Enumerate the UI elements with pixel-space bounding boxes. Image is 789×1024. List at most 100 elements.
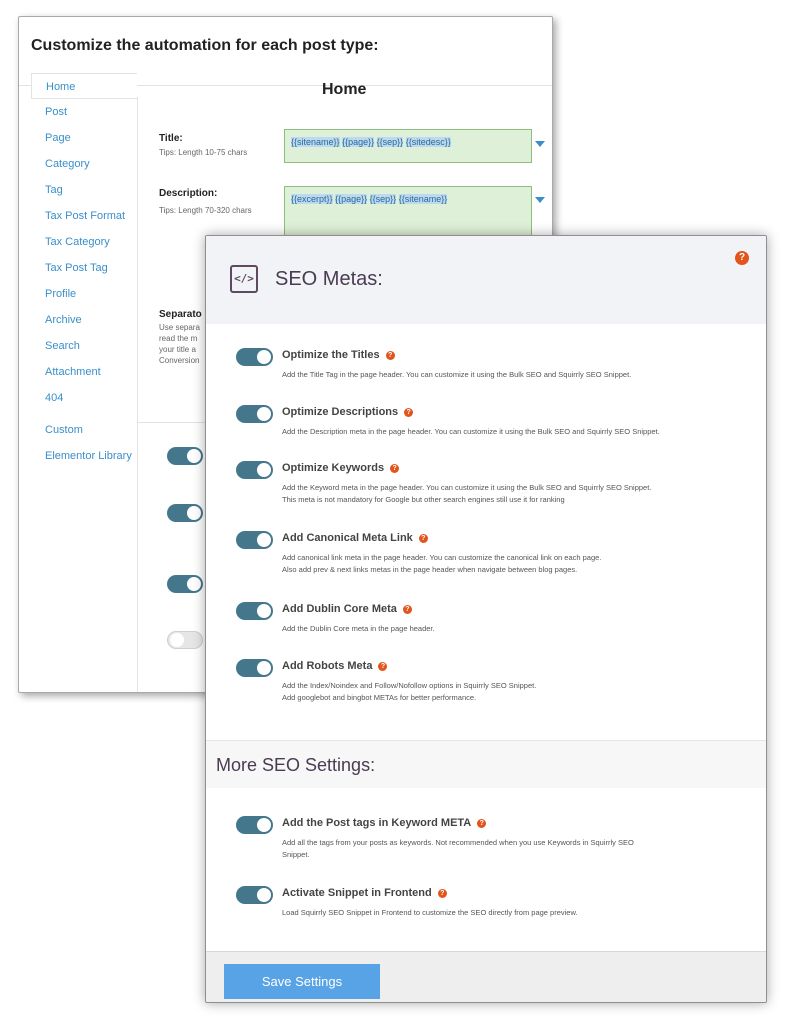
pattern-token: {{sitedesc}} [405, 137, 451, 147]
option-description: Add the Description meta in the page hea… [282, 426, 732, 438]
post-type-attachment[interactable]: Attachment [31, 359, 137, 385]
option-description-line: Load Squirrly SEO Snippet in Frontend to… [282, 908, 578, 917]
help-icon[interactable]: ? [402, 605, 412, 614]
toggle-switch[interactable] [236, 405, 273, 423]
option-description-line: Add canonical link meta in the page head… [282, 553, 602, 562]
toggle-switch[interactable] [236, 886, 273, 904]
toggle-switch[interactable] [167, 575, 203, 593]
post-type-category[interactable]: Category [31, 151, 137, 177]
option-title-text: Optimize the Titles [282, 349, 380, 361]
section-title: Home [322, 81, 367, 98]
option-description-line: Add googlebot and bingbot METAs for bett… [282, 693, 477, 702]
option-title: Add the Post tags in Keyword META? [282, 817, 487, 829]
seo-metas-panel: </> SEO Metas: ? Optimize the Titles? Ad… [205, 235, 767, 1003]
option-description-line: This meta is not mandatory for Google bu… [282, 495, 565, 504]
option-title: Activate Snippet in Frontend? [282, 887, 447, 899]
panel-footer: Save Settings [206, 951, 766, 1002]
post-type-tax-post-format[interactable]: Tax Post Format [31, 203, 137, 229]
pattern-token: {{sep}} [369, 194, 397, 204]
separator-text-line: read the m [159, 334, 198, 343]
post-type-page[interactable]: Page [31, 125, 137, 151]
option-title: Optimize Keywords? [282, 462, 400, 474]
chevron-down-icon[interactable] [535, 141, 545, 147]
post-type-tag[interactable]: Tag [31, 177, 137, 203]
option-title: Add Dublin Core Meta? [282, 603, 412, 615]
option-title: Add Canonical Meta Link? [282, 532, 428, 544]
chevron-down-icon[interactable] [535, 197, 545, 203]
option-description-line: Add the Dublin Core meta in the page hea… [282, 624, 435, 633]
option-description-line: Add the Description meta in the page hea… [282, 427, 660, 436]
help-icon[interactable]: ? [418, 534, 428, 543]
toggle-switch[interactable] [167, 447, 203, 465]
more-settings-title: More SEO Settings: [216, 755, 376, 775]
option-title: Optimize the Titles? [282, 349, 395, 361]
help-icon[interactable]: ? [390, 464, 400, 473]
description-field-label: Description: [159, 188, 218, 199]
separator-text-line: Use separa [159, 323, 200, 332]
separator-description: Use separa read the m your title a Conve… [159, 322, 207, 366]
toggle-switch[interactable] [236, 461, 273, 479]
separator-text-line: Conversion [159, 356, 200, 365]
option-description-line: Add the Index/Noindex and Follow/Nofollo… [282, 681, 537, 690]
toggle-switch[interactable] [236, 602, 273, 620]
pattern-token: {{sitename}} [291, 137, 340, 147]
option-title-text: Add the Post tags in Keyword META [282, 817, 472, 829]
post-type-post[interactable]: Post [31, 99, 137, 125]
toggle-switch[interactable] [167, 504, 203, 522]
option-description: Add the Index/Noindex and Follow/Nofollo… [282, 680, 732, 704]
post-type-home[interactable]: Home [31, 73, 137, 99]
option-description-line: Add the Title Tag in the page header. Yo… [282, 370, 632, 379]
option-description: Add the Dublin Core meta in the page hea… [282, 623, 732, 635]
toggle-switch[interactable] [167, 631, 203, 649]
help-icon[interactable]: ? [378, 662, 388, 671]
post-type-profile[interactable]: Profile [31, 281, 137, 307]
option-title-text: Optimize Keywords [282, 462, 385, 474]
option-description-line: Add the Keyword meta in the page header.… [282, 483, 652, 492]
save-settings-button[interactable]: Save Settings [224, 964, 380, 999]
post-type-search[interactable]: Search [31, 333, 137, 359]
separator-text-line: your title a [159, 345, 196, 354]
option-description-line: Also add prev & next links metas in the … [282, 565, 578, 574]
code-icon: </> [230, 265, 258, 293]
title-pattern-input[interactable]: {{sitename}} {{page}} {{sep}} {{sitedesc… [284, 129, 532, 163]
option-description: Load Squirrly SEO Snippet in Frontend to… [282, 907, 732, 919]
option-title-text: Activate Snippet in Frontend [282, 887, 432, 899]
help-icon[interactable]: ? [477, 819, 487, 828]
panel-title: SEO Metas: [275, 268, 383, 290]
option-description-line: Add all the tags from your posts as keyw… [282, 838, 634, 847]
pattern-token: {{sep}} [376, 137, 404, 147]
option-description: Add the Title Tag in the page header. Yo… [282, 369, 732, 381]
toggle-switch[interactable] [236, 348, 273, 366]
post-type-custom[interactable]: Custom [31, 417, 137, 443]
pattern-token: {{page}} [342, 137, 375, 147]
option-description: Add all the tags from your posts as keyw… [282, 837, 732, 861]
post-type-archive[interactable]: Archive [31, 307, 137, 333]
automation-heading: Customize the automation for each post t… [31, 37, 379, 54]
option-title-text: Optimize Descriptions [282, 406, 399, 418]
description-field-tip: Tips: Length 70-320 chars [159, 206, 252, 215]
post-type-tax-category[interactable]: Tax Category [31, 229, 137, 255]
option-description: Add canonical link meta in the page head… [282, 552, 732, 576]
toggle-switch[interactable] [236, 816, 273, 834]
pattern-token: {{page}} [335, 194, 368, 204]
help-icon[interactable]: ? [437, 889, 447, 898]
option-title-text: Add Robots Meta [282, 660, 373, 672]
post-type-tax-post-tag[interactable]: Tax Post Tag [31, 255, 137, 281]
post-type-404[interactable]: 404 [31, 385, 137, 411]
panel-header: </> SEO Metas: ? [206, 236, 766, 324]
help-icon[interactable]: ? [404, 408, 414, 417]
title-field-label: Title: [159, 133, 183, 144]
divider [137, 97, 138, 692]
toggle-switch[interactable] [236, 531, 273, 549]
toggle-switch[interactable] [236, 659, 273, 677]
pattern-token: {{sitename}} [398, 194, 448, 204]
option-description-line: Snippet. [282, 850, 310, 859]
help-icon[interactable]: ? [735, 251, 749, 265]
option-title: Add Robots Meta? [282, 660, 388, 672]
title-field-tip: Tips: Length 10-75 chars [159, 148, 248, 157]
post-type-elementor-library[interactable]: Elementor Library [31, 443, 137, 469]
separator-label: Separato [159, 309, 202, 320]
option-description: Add the Keyword meta in the page header.… [282, 482, 732, 506]
option-title-text: Add Canonical Meta Link [282, 532, 413, 544]
help-icon[interactable]: ? [385, 351, 395, 360]
